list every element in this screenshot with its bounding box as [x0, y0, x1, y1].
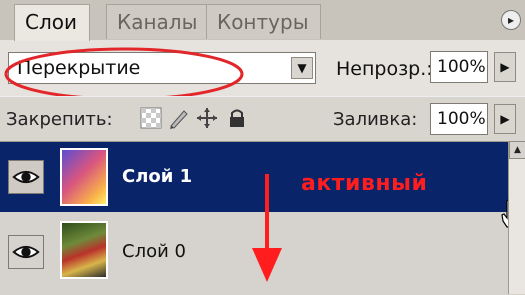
lock-image-pixels-icon[interactable] — [168, 107, 190, 129]
visibility-toggle[interactable] — [8, 160, 44, 194]
highlight-ellipse — [4, 47, 244, 101]
chevron-down-icon[interactable]: ▼ — [291, 57, 313, 79]
panel-menu-icon[interactable]: ▸ — [501, 10, 521, 30]
fill-stepper-icon[interactable]: ▶ — [494, 104, 516, 134]
tab-layers[interactable]: Слои — [14, 4, 90, 41]
fill-label: Заливка: — [333, 109, 418, 130]
fill-field[interactable]: 100% — [430, 103, 488, 135]
annotation-label: активный — [301, 171, 428, 196]
visibility-toggle[interactable] — [8, 235, 44, 269]
lock-fill-row: Закрепить: Заливка: 100% ▶ — [0, 96, 525, 141]
lock-all-icon[interactable] — [226, 107, 248, 129]
layers-scrollbar[interactable]: ▲ — [508, 141, 525, 294]
tab-layers-label: Слои — [25, 10, 77, 34]
eye-icon — [12, 245, 40, 259]
lock-transparency-icon[interactable] — [140, 107, 162, 129]
lock-label: Закрепить: — [6, 109, 113, 130]
layer-name: Слой 0 — [122, 241, 186, 262]
opacity-field[interactable]: 100% — [430, 51, 488, 83]
fill-value: 100% — [437, 109, 486, 129]
panel-tab-bar: Слои Каналы Контуры ▸ — [0, 0, 525, 41]
layer-thumbnail-photo — [60, 221, 108, 279]
opacity-label: Непрозр.: — [336, 58, 433, 80]
layer-name: Слой 1 — [122, 166, 193, 187]
tab-channels[interactable]: Каналы — [106, 4, 211, 39]
tab-channels-label: Каналы — [117, 10, 198, 34]
layers-panel: Слои Каналы Контуры ▸ Перекрытие ▼ Непро… — [0, 0, 525, 295]
drag-arrow-icon — [252, 174, 282, 282]
scroll-up-icon[interactable]: ▲ — [509, 141, 525, 159]
tab-paths[interactable]: Контуры — [206, 4, 322, 39]
eye-icon — [12, 170, 40, 184]
lock-position-icon[interactable] — [196, 107, 218, 129]
opacity-value: 100% — [437, 57, 486, 77]
layer-thumbnail-gradient — [60, 148, 108, 206]
opacity-stepper-icon[interactable]: ▶ — [494, 52, 516, 82]
tab-paths-label: Контуры — [217, 10, 309, 34]
